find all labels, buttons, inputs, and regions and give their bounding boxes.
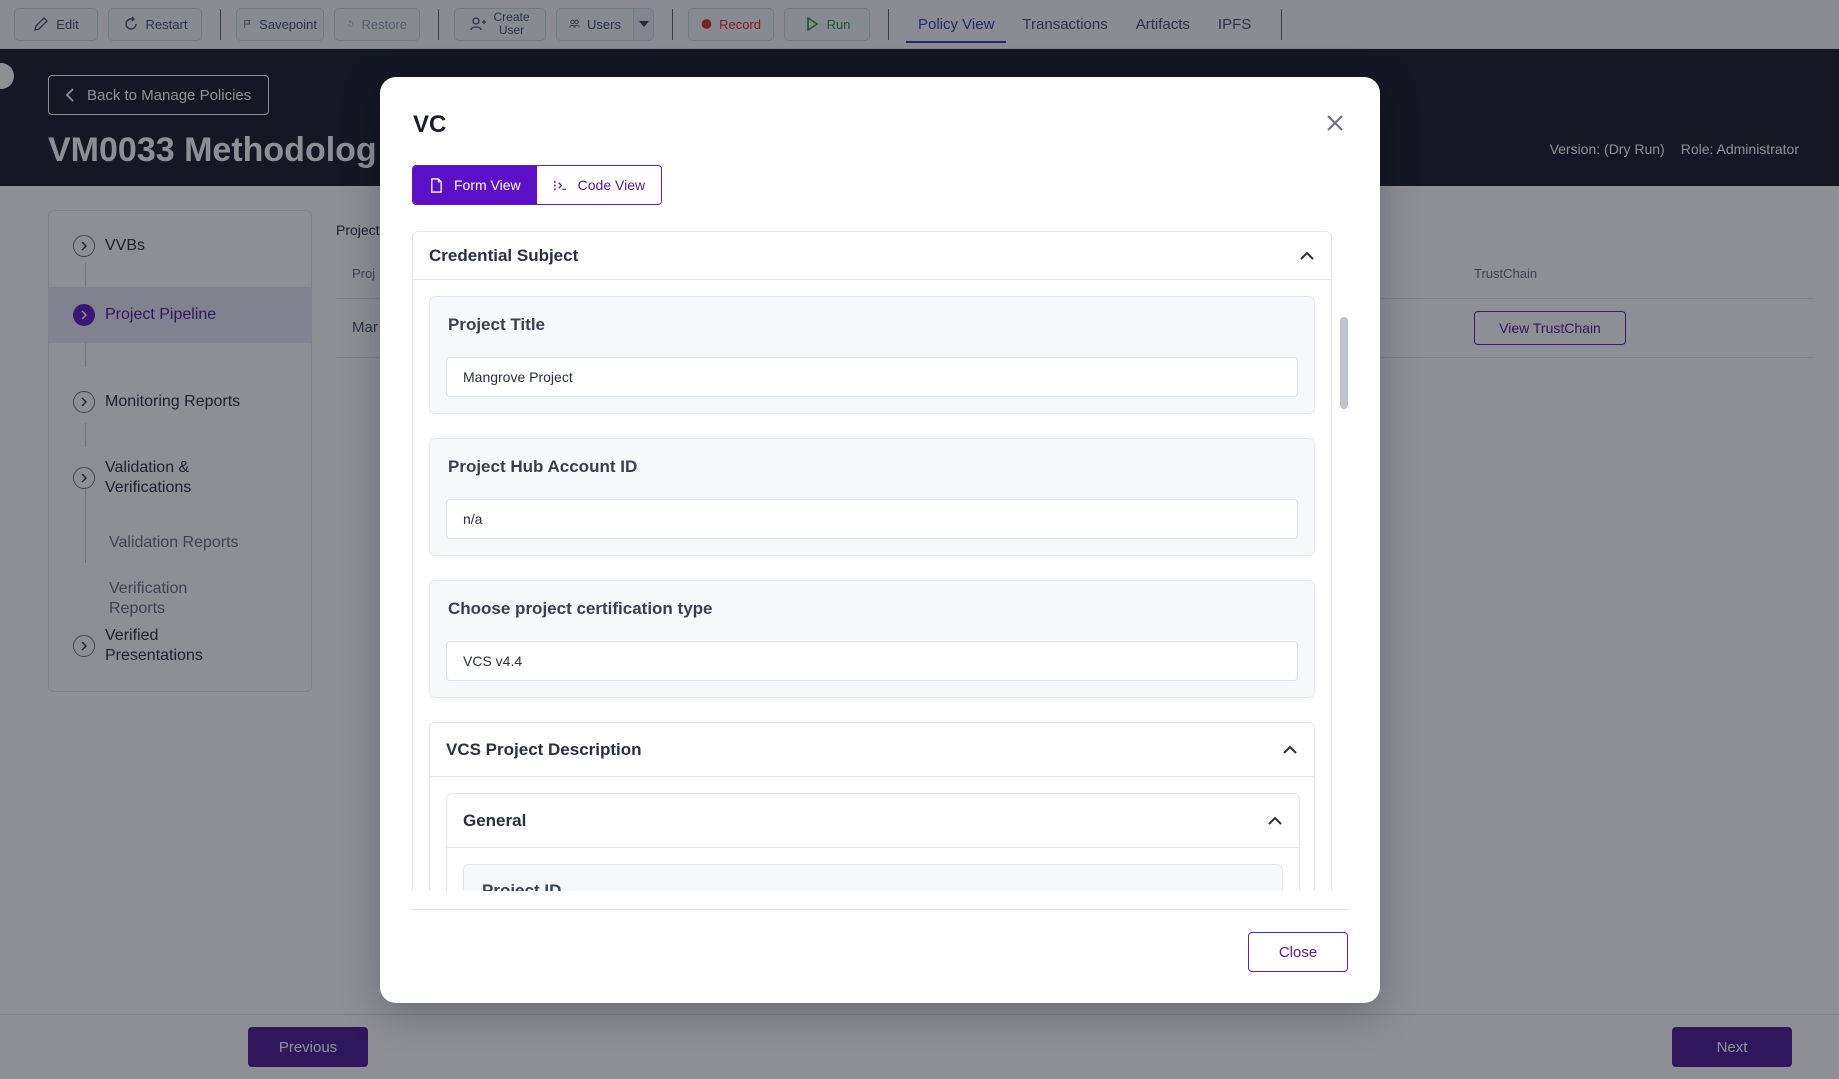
view-mode-toggle: Form View Code View bbox=[412, 165, 663, 205]
scrollbar-thumb[interactable] bbox=[1340, 317, 1348, 409]
certification-type-input[interactable]: VCS v4.4 bbox=[446, 641, 1298, 681]
project-hub-account-field: Project Hub Account ID n/a bbox=[429, 438, 1315, 556]
chevron-up-icon bbox=[1268, 816, 1282, 825]
close-button[interactable]: Close bbox=[1248, 932, 1348, 972]
chevron-up-icon bbox=[1283, 745, 1297, 754]
code-icon bbox=[553, 180, 566, 190]
general-section: General Project ID bbox=[446, 793, 1300, 891]
project-title-field: Project Title Mangrove Project bbox=[429, 296, 1315, 414]
project-hub-account-input[interactable]: n/a bbox=[446, 499, 1298, 539]
project-id-field: Project ID bbox=[463, 864, 1283, 891]
certification-type-field: Choose project certification type VCS v4… bbox=[429, 580, 1315, 698]
credential-subject-section: Credential Subject Project Title Mangrov… bbox=[412, 231, 1332, 891]
vcs-project-description-header[interactable]: VCS Project Description bbox=[430, 723, 1314, 777]
code-view-button[interactable]: Code View bbox=[536, 166, 662, 204]
vc-dialog: VC Form View Code View Credential Subjec… bbox=[380, 77, 1380, 1003]
vcs-project-description-section: VCS Project Description General Project … bbox=[429, 722, 1315, 891]
project-title-input[interactable]: Mangrove Project bbox=[446, 357, 1298, 397]
document-icon bbox=[431, 177, 442, 193]
form-scroll-area[interactable]: Credential Subject Project Title Mangrov… bbox=[412, 231, 1332, 891]
dialog-divider bbox=[412, 909, 1348, 910]
general-header[interactable]: General bbox=[447, 794, 1299, 848]
form-view-button[interactable]: Form View bbox=[413, 166, 537, 204]
dialog-title: VC bbox=[413, 111, 447, 138]
close-icon[interactable] bbox=[1324, 112, 1346, 134]
credential-subject-header[interactable]: Credential Subject bbox=[413, 232, 1331, 280]
chevron-up-icon bbox=[1300, 251, 1314, 260]
